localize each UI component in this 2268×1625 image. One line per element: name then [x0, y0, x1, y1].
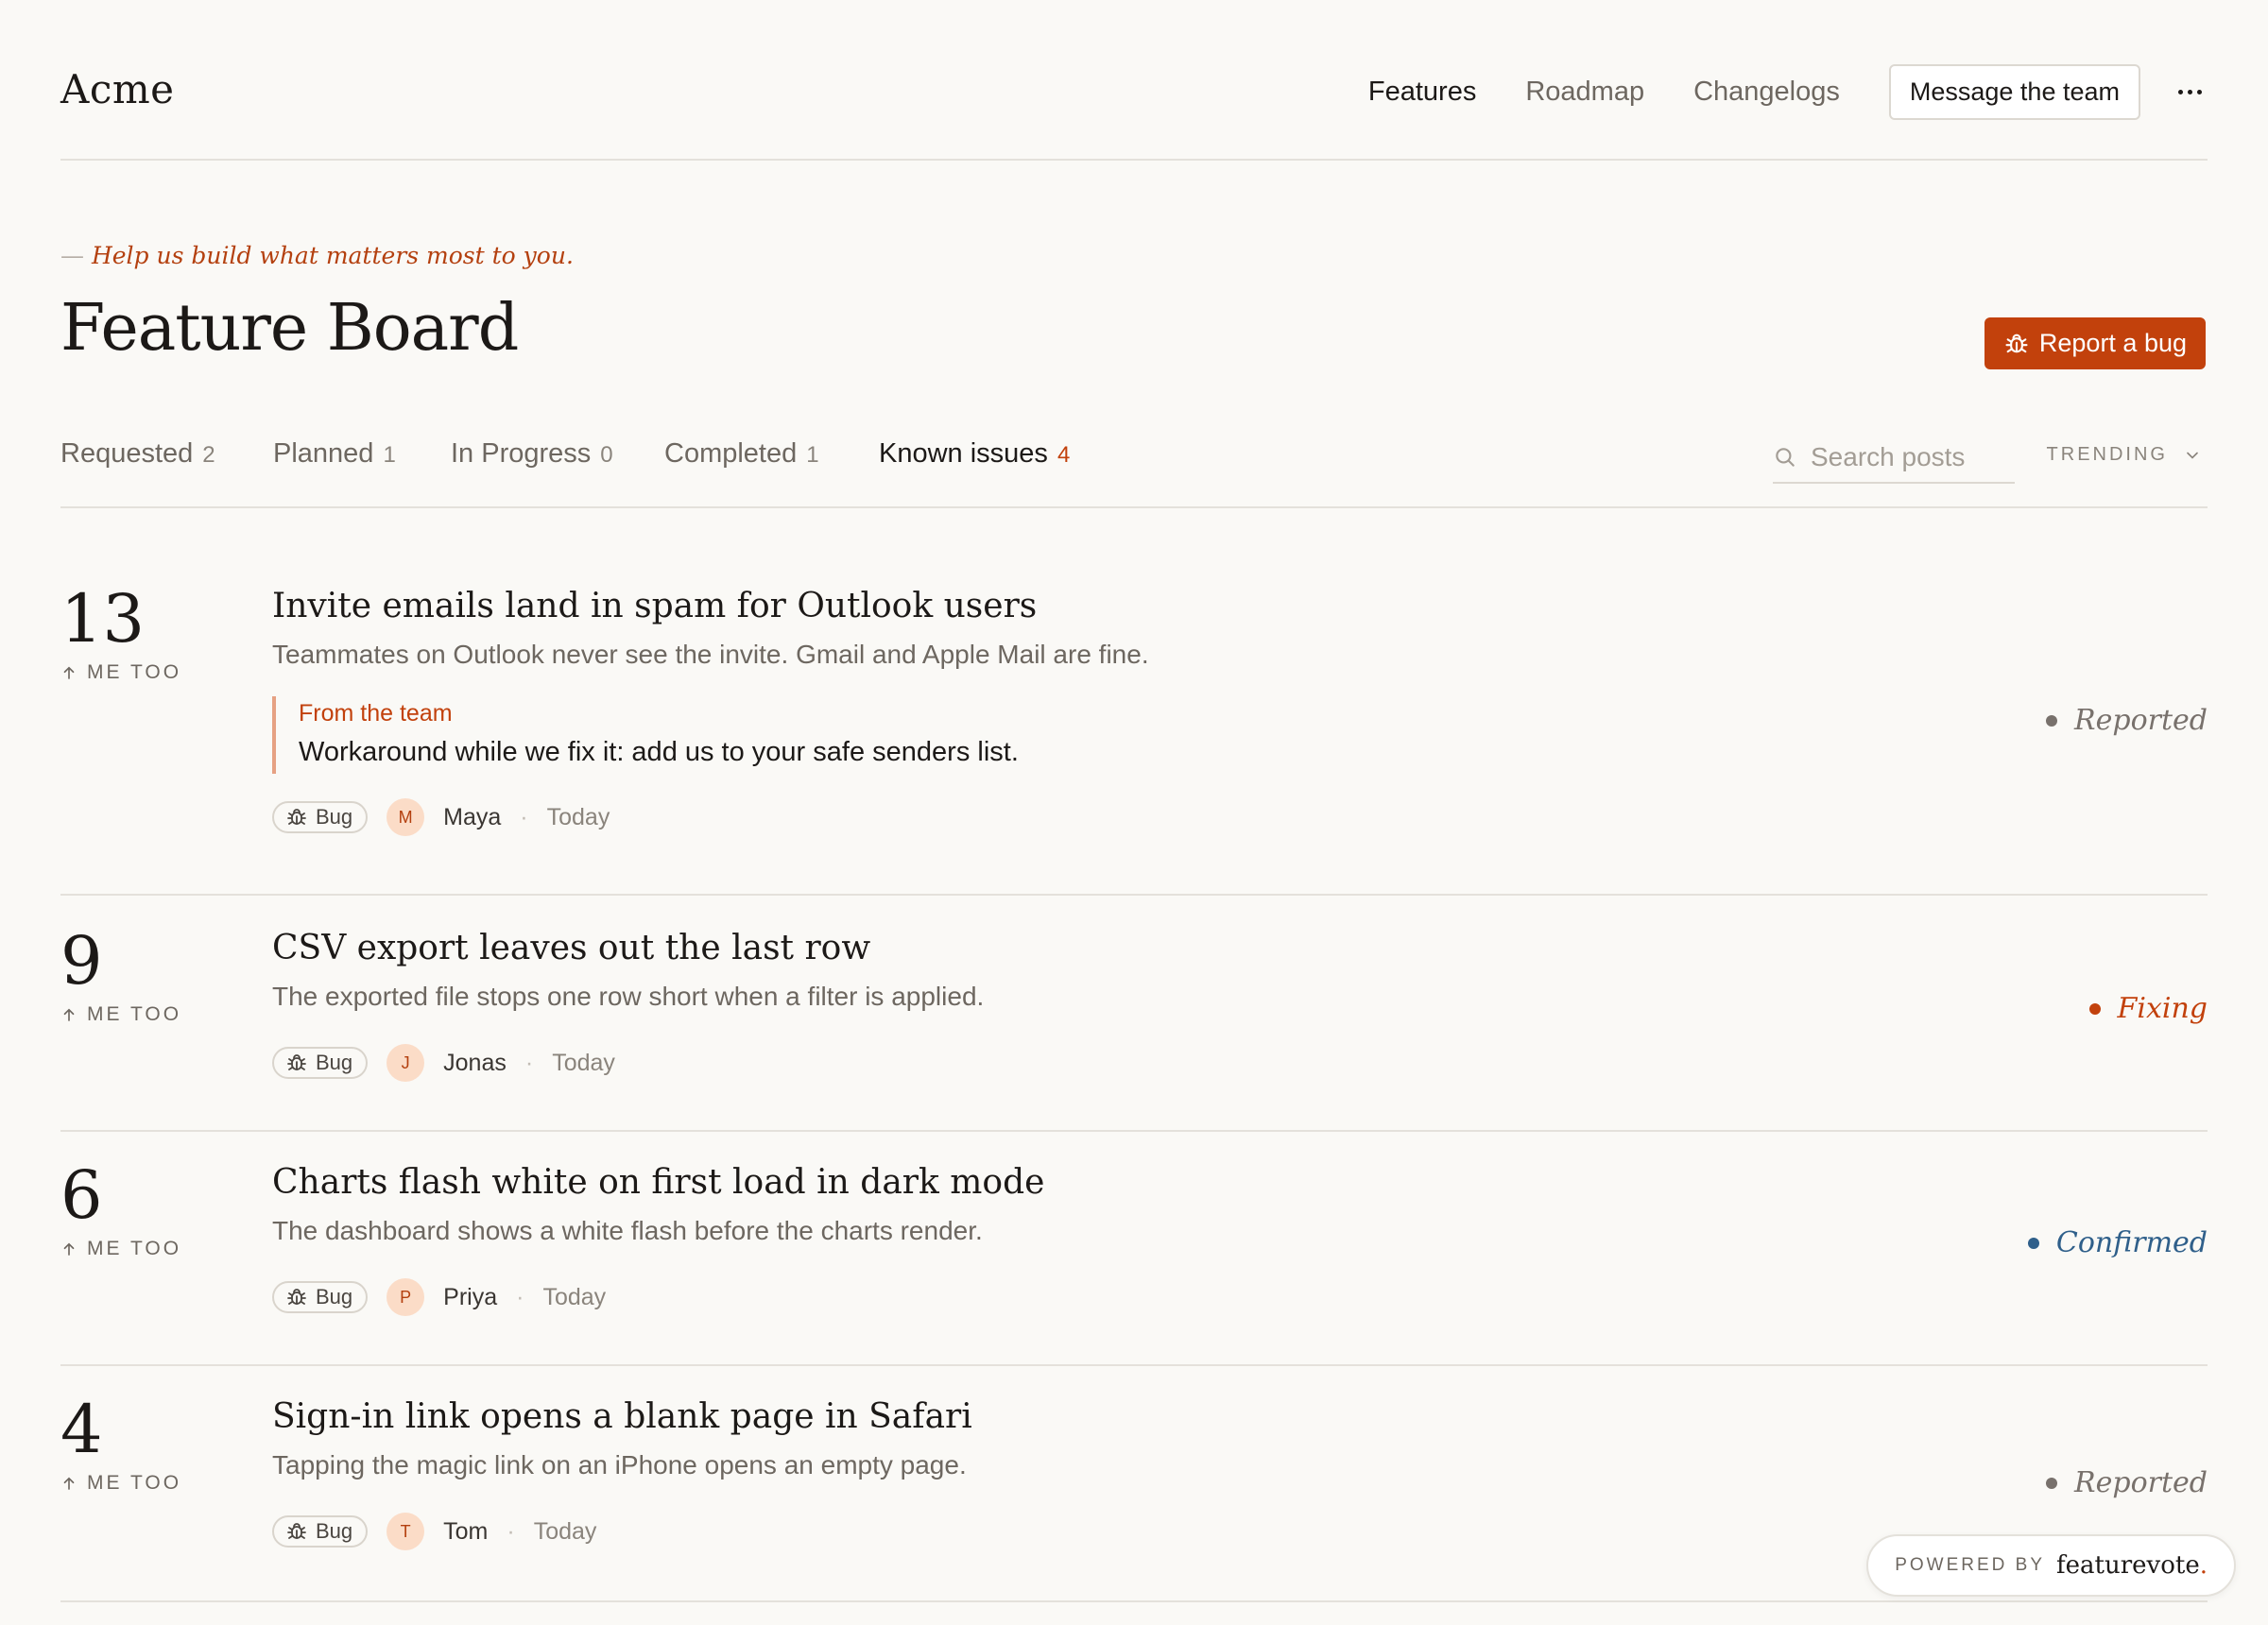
tab-requested[interactable]: Requested 2 — [60, 438, 215, 470]
tab-planned[interactable]: Planned 1 — [273, 438, 396, 470]
status-dot — [2046, 714, 2058, 727]
top-nav: Features Roadmap Changelogs Message the … — [1368, 64, 2208, 120]
message-team-button[interactable]: Message the team — [1888, 64, 2140, 120]
meta-separator: · — [524, 1049, 534, 1076]
vote-count: 13 — [60, 580, 146, 658]
powered-by-badge[interactable]: POWERED BY featurevote. — [1866, 1534, 2236, 1597]
arrow-up-icon — [63, 666, 75, 679]
report-bug-button[interactable]: Report a bug — [1984, 317, 2206, 369]
post-meta: Bug P Priya · Today — [272, 1278, 1962, 1317]
post-description: The dashboard shows a white flash before… — [272, 1216, 983, 1246]
author-name: Priya — [443, 1283, 498, 1310]
bug-icon — [2005, 334, 2028, 352]
post-item[interactable]: 13 ME TOO Invite emails land in spam for… — [60, 586, 2208, 896]
more-options-icon[interactable] — [2173, 86, 2208, 98]
post-date: Today — [542, 1283, 607, 1310]
nav-changelogs[interactable]: Changelogs — [1693, 77, 1840, 108]
me-too-label: ME TOO — [87, 1472, 182, 1494]
powered-by-brand: featurevote. — [2056, 1551, 2208, 1580]
vote-button[interactable]: 6 ME TOO — [60, 1162, 181, 1260]
tab-count: 2 — [202, 442, 215, 468]
post-date: Today — [546, 803, 610, 830]
tab-completed[interactable]: Completed 1 — [664, 438, 819, 470]
nav-roadmap[interactable]: Roadmap — [1525, 77, 1644, 108]
post-meta: Bug J Jonas · Today — [272, 1044, 1962, 1083]
bug-tag: Bug — [272, 1515, 369, 1548]
team-note-label: From the team — [299, 700, 453, 727]
nav-features[interactable]: Features — [1368, 77, 1476, 108]
me-too-label: ME TOO — [87, 661, 182, 683]
search-input[interactable] — [1811, 442, 2000, 472]
tab-in-progress[interactable]: In Progress 0 — [451, 438, 613, 470]
vote-count: 6 — [60, 1156, 103, 1234]
status-dot — [2027, 1237, 2039, 1249]
sort-label: TRENDING — [2046, 444, 2168, 465]
vote-count: 9 — [60, 922, 103, 1000]
tab-known-issues[interactable]: Known issues 4 — [879, 438, 1070, 470]
post-date: Today — [552, 1049, 615, 1076]
post-meta: Bug T Tom · Today — [272, 1513, 1962, 1551]
post-item[interactable]: 9 ME TOO CSV export leaves out the last … — [60, 928, 2208, 1132]
tab-count: 1 — [383, 442, 396, 468]
sort-dropdown[interactable]: TRENDING — [2047, 444, 2202, 466]
meta-separator: · — [507, 1517, 515, 1545]
bug-tag: Bug — [272, 1281, 369, 1314]
post-description: The exported file stops one row short wh… — [272, 982, 985, 1012]
chevron-down-icon — [2187, 452, 2198, 459]
meta-separator: · — [520, 803, 528, 830]
status-badge: Reported — [2046, 704, 2208, 737]
status-dot — [2046, 1477, 2058, 1489]
avatar: J — [387, 1044, 425, 1083]
page-title: Feature Board — [60, 291, 519, 366]
vote-button[interactable]: 13 ME TOO — [60, 586, 181, 684]
post-title[interactable]: Charts flash white on first load in dark… — [272, 1162, 1962, 1203]
top-header: Acme Features Roadmap Changelogs Message… — [60, 0, 2208, 161]
avatar: T — [387, 1513, 425, 1551]
tab-count: 1 — [806, 442, 819, 468]
avatar: P — [387, 1278, 425, 1317]
post-title[interactable]: CSV export leaves out the last row — [272, 928, 1962, 968]
bug-icon — [287, 1054, 306, 1071]
bug-icon — [287, 1289, 306, 1306]
powered-by-label: POWERED BY — [1895, 1555, 2046, 1575]
team-note-text: Workaround while we fix it: add us to yo… — [299, 737, 1019, 768]
search-icon — [1776, 448, 1795, 467]
me-too-label: ME TOO — [87, 1238, 182, 1259]
avatar: M — [387, 798, 425, 837]
status-badge: Fixing — [2088, 992, 2208, 1025]
brand-logo[interactable]: Acme — [60, 66, 175, 112]
post-title[interactable]: Invite emails land in spam for Outlook u… — [272, 586, 1962, 626]
tab-count: 0 — [600, 442, 613, 468]
meta-separator: · — [516, 1283, 524, 1310]
bug-icon — [287, 1523, 306, 1540]
post-description: Tapping the magic link on an iPhone open… — [272, 1450, 967, 1480]
author-name: Maya — [443, 803, 502, 830]
bug-icon — [287, 809, 306, 826]
status-tabs: Requested 2 Planned 1 In Progress 0 Complet… — [60, 416, 2208, 508]
vote-button[interactable]: 9 ME TOO — [60, 928, 181, 1026]
post-meta: Bug M Maya · Today — [272, 798, 1962, 837]
post-item[interactable]: 6 ME TOO Charts flash white on first loa… — [60, 1162, 2208, 1366]
vote-count: 4 — [60, 1391, 103, 1468]
author-name: Jonas — [443, 1049, 507, 1076]
tab-count: 4 — [1057, 442, 1071, 468]
status-badge: Confirmed — [2027, 1226, 2208, 1259]
bug-tag: Bug — [272, 801, 369, 834]
status-badge: Reported — [2046, 1466, 2208, 1499]
arrow-up-icon — [63, 1008, 75, 1021]
me-too-label: ME TOO — [87, 1003, 182, 1025]
post-description: Teammates on Outlook never see the invit… — [272, 640, 1149, 670]
report-bug-label: Report a bug — [2038, 329, 2187, 357]
post-title[interactable]: Sign-in link opens a blank page in Safar… — [272, 1396, 1962, 1437]
team-note: From the team Workaround while we fix it… — [272, 696, 1962, 775]
arrow-up-icon — [63, 1242, 75, 1256]
arrow-up-icon — [63, 1477, 75, 1490]
post-date: Today — [533, 1517, 597, 1545]
bug-tag: Bug — [272, 1047, 369, 1080]
author-name: Tom — [443, 1517, 489, 1545]
vote-button[interactable]: 4 ME TOO — [60, 1396, 181, 1495]
status-dot — [2088, 1002, 2101, 1015]
tagline: — Help us build what matters most to you… — [60, 242, 574, 269]
search-box — [1773, 433, 2015, 484]
